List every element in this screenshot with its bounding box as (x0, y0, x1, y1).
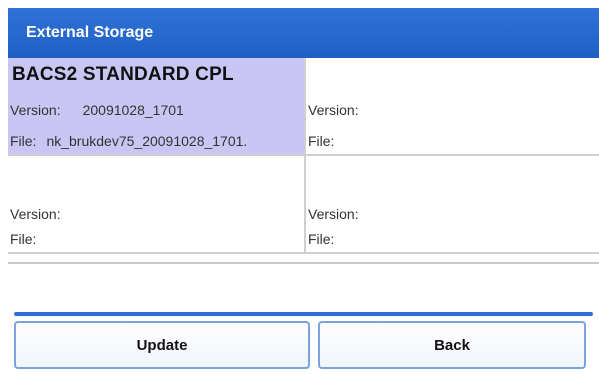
divider-rule (14, 312, 593, 316)
file-row: File: (308, 231, 334, 247)
update-button[interactable]: Update (14, 321, 310, 369)
storage-slot-1[interactable]: BACS2 STANDARD CPL Version: 20091028_1701… (8, 58, 306, 156)
version-row: Version: (308, 206, 359, 222)
version-label: Version: (308, 102, 359, 118)
version-label: Version: (10, 206, 61, 222)
package-name: BACS2 STANDARD CPL (12, 64, 234, 85)
file-label: File: (308, 133, 335, 149)
back-button[interactable]: Back (318, 321, 586, 369)
file-row: File: (10, 231, 36, 247)
storage-slot-grid: BACS2 STANDARD CPL Version: 20091028_1701… (8, 58, 599, 264)
version-row: Version: 20091028_1701 (10, 102, 184, 118)
window-title-bar: External Storage (8, 8, 599, 58)
version-value: 20091028_1701 (82, 102, 184, 118)
version-row: Version: (308, 102, 359, 118)
file-label: File: (308, 231, 335, 247)
version-label: Version: (308, 206, 359, 222)
file-row: File: (308, 133, 334, 149)
file-value: nk_brukdev75_20091028_1701. (46, 133, 248, 149)
file-label: File: (10, 133, 37, 149)
version-row: Version: (10, 206, 61, 222)
storage-slot-3[interactable]: Version: File: (8, 156, 306, 254)
version-label: Version: (10, 102, 61, 118)
window-title: External Storage (26, 24, 154, 41)
file-label: File: (10, 231, 37, 247)
storage-slot-4[interactable]: Version: File: (306, 156, 599, 254)
external-storage-window: External Storage BACS2 STANDARD CPL Vers… (8, 8, 599, 374)
file-row: File: nk_brukdev75_20091028_1701. (10, 133, 247, 149)
storage-slot-2[interactable]: Version: File: (306, 58, 599, 156)
